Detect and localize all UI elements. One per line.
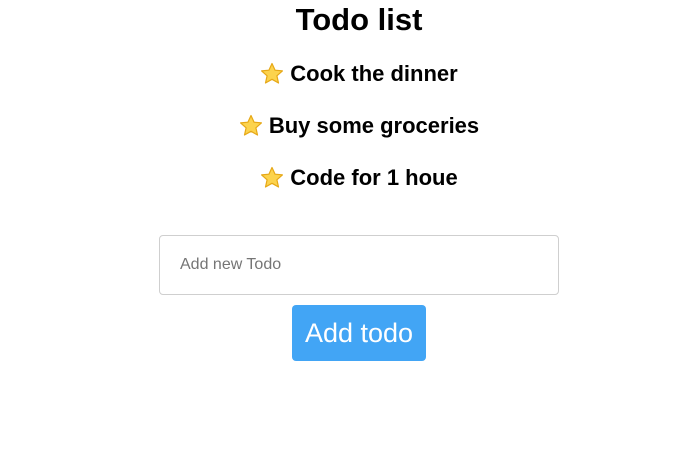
todo-text: Buy some groceries bbox=[268, 113, 480, 138]
todo-item: Cook the dinner bbox=[0, 58, 694, 110]
new-todo-input[interactable] bbox=[159, 235, 559, 295]
add-todo-button[interactable]: Add todo bbox=[292, 305, 426, 361]
star-icon bbox=[260, 166, 284, 190]
star-icon bbox=[239, 114, 263, 138]
todo-list: Cook the dinner Buy some groceries Code … bbox=[0, 58, 694, 214]
todo-text: Code for 1 houe bbox=[290, 165, 458, 190]
todo-app: Todo list Cook the dinner Buy some groce… bbox=[0, 0, 694, 463]
page-title: Todo list bbox=[295, 2, 423, 37]
todo-text: Cook the dinner bbox=[290, 61, 458, 86]
todo-item: Buy some groceries bbox=[0, 110, 694, 162]
star-icon bbox=[260, 62, 284, 86]
todo-item: Code for 1 houe bbox=[0, 162, 694, 214]
